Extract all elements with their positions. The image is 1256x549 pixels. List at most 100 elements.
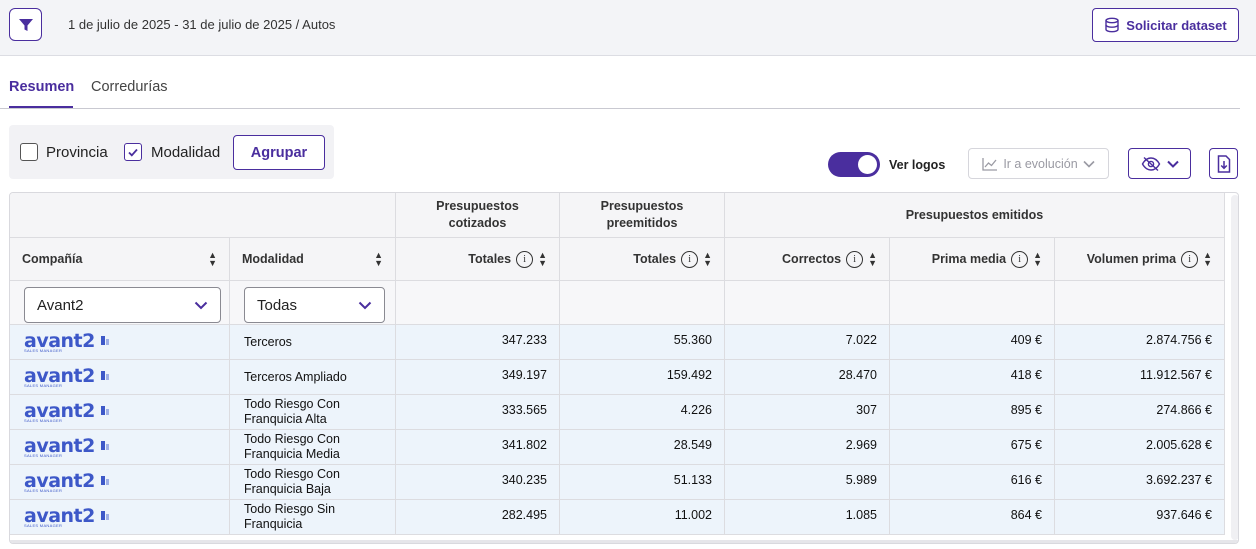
eye-off-icon	[1141, 156, 1160, 171]
info-icon[interactable]: i	[681, 250, 699, 268]
toggle-knob	[858, 155, 877, 174]
modality-cell: Terceros	[230, 325, 396, 360]
avant2-logo: avant2 SALES MANAGER	[24, 366, 110, 388]
modality-cell: Todo Riesgo Con Franquicia Baja	[230, 465, 396, 500]
preemitidos-cell: 11.002	[560, 500, 725, 535]
volumen-prima-cell: 937.646 €	[1055, 500, 1225, 535]
column-header-totales-cotizados[interactable]: Totales i ▲ ▼	[396, 238, 560, 281]
column-header-compania[interactable]: Compañía ▲ ▼	[10, 238, 230, 281]
sort-icon[interactable]: ▲ ▼	[1203, 251, 1212, 268]
volumen-prima-header-label: Volumen prima	[1086, 252, 1177, 266]
sort-icon[interactable]: ▲ ▼	[868, 251, 877, 268]
logo-mark-icon	[100, 509, 110, 523]
volumen-prima-cell: 3.692.237 €	[1055, 465, 1225, 500]
sort-icon[interactable]: ▲ ▼	[538, 251, 547, 268]
sort-icon[interactable]: ▲ ▼	[703, 251, 712, 268]
company-filter-select[interactable]: Avant2	[24, 287, 221, 323]
tab-resumen[interactable]: Resumen	[9, 79, 74, 95]
avant2-logo: avant2 SALES MANAGER	[24, 331, 110, 353]
request-dataset-button[interactable]: Solicitar dataset	[1092, 8, 1239, 42]
modalidad-label: Modalidad	[151, 144, 221, 161]
volumen-prima-cell: 2.005.628 €	[1055, 430, 1225, 465]
tab-bar: Resumen Corredurías	[0, 56, 1240, 109]
filter-cell-empty	[1055, 281, 1225, 325]
download-icon	[1217, 154, 1230, 173]
logos-toggle-label: Ver logos	[889, 158, 946, 172]
prima-media-cell: 675 €	[890, 430, 1055, 465]
filter-cell-empty	[560, 281, 725, 325]
cotizados-cell: 333.565	[396, 395, 560, 430]
info-icon[interactable]: i	[516, 250, 534, 268]
sort-icon[interactable]: ▲ ▼	[208, 251, 217, 268]
volumen-prima-cell: 2.874.756 €	[1055, 325, 1225, 360]
modality-filter-value: Todas	[257, 296, 298, 314]
prima-media-cell: 616 €	[890, 465, 1055, 500]
evolution-dropdown[interactable]: Ir a evolución	[968, 148, 1109, 179]
info-icon[interactable]: i	[1011, 250, 1029, 268]
company-logo-cell: avant2 SALES MANAGER	[10, 430, 230, 465]
company-logo-cell: avant2 SALES MANAGER	[10, 360, 230, 395]
grouping-panel: Provincia Modalidad Agrupar	[9, 125, 334, 179]
column-header-volumen-prima[interactable]: Volumen prima i ▲ ▼	[1055, 238, 1225, 281]
modality-cell: Todo Riesgo Con Franquicia Alta	[230, 395, 396, 430]
tab-corredurias[interactable]: Corredurías	[91, 79, 168, 95]
sort-icon[interactable]: ▲ ▼	[1033, 251, 1042, 268]
totales-header-label: Totales	[468, 252, 512, 266]
active-tab-indicator	[9, 106, 73, 108]
filter-cell-empty	[890, 281, 1055, 325]
empty-group-header	[10, 193, 396, 238]
totales-header-label: Totales	[633, 252, 677, 266]
correctos-cell: 28.470	[725, 360, 890, 395]
download-button[interactable]	[1209, 148, 1238, 179]
group-header-preemitidos: Presupuestos preemitidos	[560, 193, 725, 238]
provincia-label: Provincia	[46, 144, 108, 161]
group-header-emitidos: Presupuestos emitidos	[725, 193, 1225, 238]
volumen-prima-cell: 11.912.567 €	[1055, 360, 1225, 395]
company-filter-value: Avant2	[37, 296, 84, 314]
logos-toggle[interactable]	[828, 152, 880, 177]
correctos-cell: 2.969	[725, 430, 890, 465]
modality-filter-select[interactable]: Todas	[244, 287, 385, 323]
preemitidos-cell: 4.226	[560, 395, 725, 430]
column-header-correctos[interactable]: Correctos i ▲ ▼	[725, 238, 890, 281]
sort-icon[interactable]: ▲ ▼	[374, 251, 383, 268]
database-icon	[1105, 17, 1119, 33]
line-chart-icon	[982, 157, 998, 171]
info-icon[interactable]: i	[846, 250, 864, 268]
provincia-checkbox[interactable]	[20, 143, 38, 161]
info-icon[interactable]: i	[1181, 250, 1199, 268]
prima-media-header-label: Prima media	[931, 252, 1007, 266]
company-logo-cell: avant2 SALES MANAGER	[10, 325, 230, 360]
chevron-down-icon	[194, 301, 208, 309]
column-header-totales-preemitidos[interactable]: Totales i ▲ ▼	[560, 238, 725, 281]
cotizados-cell: 341.802	[396, 430, 560, 465]
cotizados-cell: 282.495	[396, 500, 560, 535]
avant2-logo: avant2 SALES MANAGER	[24, 506, 110, 528]
group-header-cotizados: Presupuestos cotizados	[396, 193, 560, 238]
modality-cell: Todo Riesgo Sin Franquicia	[230, 500, 396, 535]
preemitidos-cell: 55.360	[560, 325, 725, 360]
cotizados-cell: 340.235	[396, 465, 560, 500]
cotizados-cell: 347.233	[396, 325, 560, 360]
correctos-header-label: Correctos	[782, 252, 842, 266]
filter-button[interactable]	[9, 8, 42, 41]
column-visibility-button[interactable]	[1128, 148, 1191, 179]
filter-cell-modalidad: Todas	[230, 281, 396, 325]
column-header-modalidad[interactable]: Modalidad ▲ ▼	[230, 238, 396, 281]
column-header-prima-media[interactable]: Prima media i ▲ ▼	[890, 238, 1055, 281]
prima-media-cell: 409 €	[890, 325, 1055, 360]
modalidad-checkbox[interactable]	[124, 143, 142, 161]
funnel-icon	[18, 18, 33, 31]
horizontal-scrollbar[interactable]	[10, 540, 1238, 543]
logo-mark-icon	[100, 474, 110, 488]
agrupar-button[interactable]: Agrupar	[233, 135, 325, 170]
volumen-prima-cell: 274.866 €	[1055, 395, 1225, 430]
avant2-logo: avant2 SALES MANAGER	[24, 471, 110, 493]
vertical-scrollbar[interactable]	[1231, 195, 1238, 540]
filter-cell-compania: Avant2	[10, 281, 230, 325]
chevron-down-icon	[358, 301, 372, 309]
chevron-down-icon	[1166, 160, 1179, 168]
avant2-logo: avant2 SALES MANAGER	[24, 401, 110, 423]
logo-mark-icon	[100, 369, 110, 383]
correctos-cell: 1.085	[725, 500, 890, 535]
